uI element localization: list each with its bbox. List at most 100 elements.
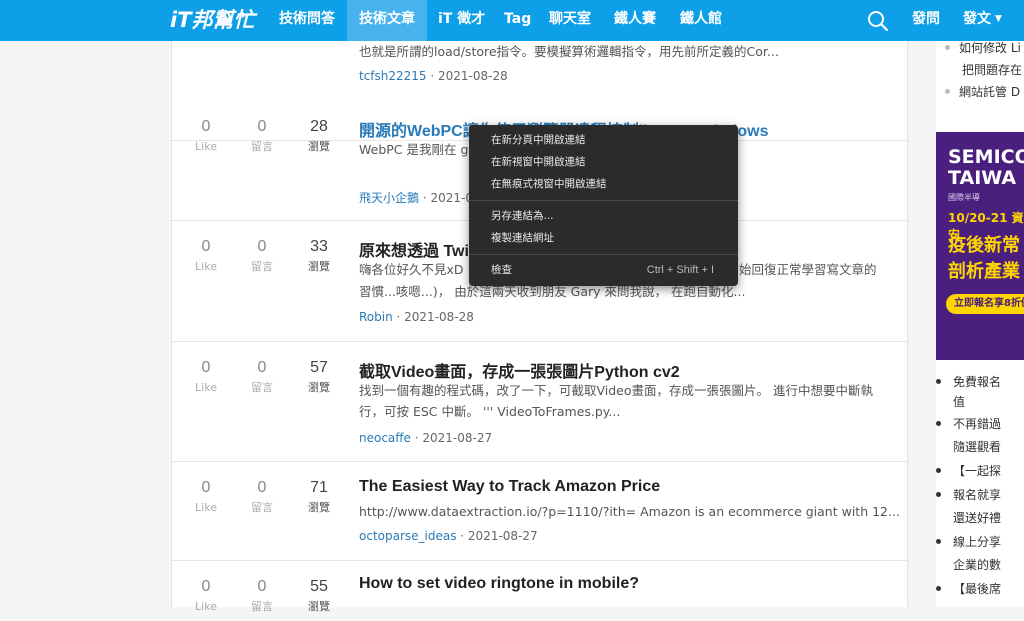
ad-headline-2: TAIWA bbox=[948, 167, 1017, 189]
comment-label: 留言 bbox=[251, 501, 273, 514]
like-count: 0 bbox=[201, 578, 211, 595]
view-stat: 57 瀏覽 bbox=[289, 358, 349, 398]
article-row: 0 Like 0 留言 57 瀏覽 截取Video畫面，存成一張張圖片Pytho… bbox=[172, 342, 909, 462]
article-meta: Robin · 2021-08-28 bbox=[359, 310, 474, 324]
article-author[interactable]: Robin bbox=[359, 310, 393, 324]
view-label: 瀏覽 bbox=[308, 260, 330, 273]
like-label: Like bbox=[195, 260, 217, 273]
sidebar-link-label: 如何修改 Li bbox=[959, 41, 1021, 55]
article-title-link[interactable]: 截取Video畫面，存成一張張圖片Python cv2 bbox=[359, 358, 680, 382]
article-author[interactable]: 飛天小企鵝 bbox=[359, 191, 419, 205]
view-count: 28 bbox=[310, 118, 328, 135]
bullet-icon bbox=[936, 586, 941, 591]
inspect-element[interactable]: 檢查 Ctrl + Shift + I bbox=[469, 259, 738, 281]
caret-down-icon: ▼ bbox=[995, 14, 1002, 24]
ad-subtitle: 國際半導 bbox=[948, 193, 980, 202]
comment-count: 0 bbox=[257, 359, 267, 376]
article-excerpt: http://www.dataextraction.io/?p=1110/?it… bbox=[359, 504, 900, 519]
open-link-new-tab[interactable]: 在新分頁中開啟連結 bbox=[469, 129, 738, 151]
article-title-link[interactable]: How to set video ringtone in mobile? bbox=[359, 575, 639, 593]
article-author[interactable]: tcfsh22215 bbox=[359, 69, 427, 83]
like-count: 0 bbox=[201, 118, 211, 135]
like-count: 0 bbox=[201, 479, 211, 496]
article-meta: neocaffe · 2021-08-27 bbox=[359, 431, 493, 445]
article-title-link[interactable]: 原來想透過 Twi bbox=[359, 237, 469, 261]
event-label: 【最後席 bbox=[953, 582, 1002, 596]
like-count: 0 bbox=[201, 359, 211, 376]
bullet-icon bbox=[936, 421, 941, 426]
save-link-as[interactable]: 另存連結為... bbox=[469, 205, 738, 227]
event-label: 不再錯過 bbox=[953, 417, 1002, 431]
article-meta: tcfsh22215 · 2021-08-28 bbox=[359, 69, 508, 83]
menu-separator bbox=[469, 200, 738, 201]
article-title-link[interactable]: The Easiest Way to Track Amazon Price bbox=[359, 478, 660, 496]
bullet-icon bbox=[945, 89, 950, 94]
comment-count: 0 bbox=[257, 118, 267, 135]
copy-link-address[interactable]: 複製連結網址 bbox=[469, 227, 738, 249]
article-date: 2021-08-28 bbox=[404, 310, 474, 324]
view-stat: 71 瀏覽 bbox=[289, 478, 349, 518]
event-item-continued[interactable]: 隨選觀看 bbox=[936, 436, 1001, 459]
comment-stat: 0 留言 bbox=[232, 577, 292, 617]
comment-stat: 0 留言 bbox=[232, 478, 292, 518]
like-count: 0 bbox=[201, 238, 211, 255]
bullet-icon bbox=[936, 379, 941, 384]
article-row: 0 Like 0 留言 71 瀏覽 The Easiest Way to Tra… bbox=[172, 462, 909, 561]
view-label: 瀏覽 bbox=[308, 600, 330, 613]
like-stat[interactable]: 0 Like bbox=[176, 237, 236, 277]
event-item-continued[interactable]: 企業的數 bbox=[936, 554, 1001, 577]
like-label: Like bbox=[195, 600, 217, 613]
article-date: 2021-0 bbox=[430, 191, 473, 205]
open-link-new-window[interactable]: 在新視窗中開啟連結 bbox=[469, 151, 738, 173]
event-item[interactable]: 線上分享 bbox=[936, 531, 1001, 554]
view-stat: 55 瀏覽 bbox=[289, 577, 349, 617]
event-item[interactable]: 【最後席 bbox=[936, 578, 1001, 601]
comment-stat: 0 留言 bbox=[232, 358, 292, 398]
sidebar-link-continued[interactable]: 把問題存在 bbox=[936, 60, 1022, 80]
sidebar-link-label: 網站託管 D bbox=[959, 85, 1021, 99]
post-label: 發文 bbox=[963, 11, 991, 27]
sidebar-link[interactable]: 如何修改 Li bbox=[936, 41, 1021, 58]
event-item[interactable]: 不再錯過 bbox=[936, 413, 1001, 436]
ad-title-2: 剖析產業 bbox=[948, 261, 1020, 282]
bullet-icon bbox=[936, 468, 941, 473]
view-label: 瀏覽 bbox=[308, 501, 330, 514]
ad-headline: SEMICO bbox=[948, 146, 1024, 168]
like-stat[interactable]: 0 Like bbox=[176, 358, 236, 398]
sidebar-link[interactable]: 網站託管 D bbox=[936, 82, 1020, 102]
article-date: 2021-08-27 bbox=[422, 431, 493, 445]
sidebar-ad-banner[interactable]: SEMICO TAIWA 國際半導 10/20-21 資安 疫後新常 剖析產業 … bbox=[936, 132, 1024, 360]
article-row: 0 Like 0 留言 55 瀏覽 How to set video ringt… bbox=[172, 561, 909, 621]
comment-stat: 0 留言 bbox=[232, 237, 292, 277]
bullet-icon bbox=[936, 539, 941, 544]
inspect-label: 檢查 bbox=[491, 264, 512, 276]
article-author[interactable]: neocaffe bbox=[359, 431, 411, 445]
bullet-icon bbox=[945, 45, 950, 50]
article-meta: octoparse_ideas · 2021-08-27 bbox=[359, 529, 538, 543]
like-label: Like bbox=[195, 381, 217, 394]
article-author[interactable]: octoparse_ideas bbox=[359, 529, 456, 543]
like-label: Like bbox=[195, 140, 217, 153]
like-stat[interactable]: 0 Like bbox=[176, 117, 236, 157]
article-excerpt: 找到一個有趣的程式碼，改了一下，可截取Video畫面，存成一張張圖片。 進行中想… bbox=[359, 383, 873, 419]
event-item-continued[interactable]: 值 bbox=[936, 391, 965, 414]
event-item[interactable]: 【一起探 bbox=[936, 460, 1001, 483]
view-count: 33 bbox=[310, 238, 328, 255]
comment-label: 留言 bbox=[251, 140, 273, 153]
post-dropdown-button[interactable]: 發文 ▼ bbox=[951, 0, 1014, 41]
ad-signup-button[interactable]: 立即報名享8折優 bbox=[946, 294, 1024, 314]
like-stat[interactable]: 0 Like bbox=[176, 478, 236, 518]
like-stat[interactable]: 0 Like bbox=[176, 577, 236, 617]
comment-label: 留言 bbox=[251, 381, 273, 394]
article-meta: 飛天小企鵝 · 2021-0 bbox=[359, 191, 473, 205]
article-excerpt: 也就是所謂的load/store指令。要模擬算術邏輯指令，用先前所定義的Cor.… bbox=[359, 44, 779, 59]
view-count: 55 bbox=[310, 578, 328, 595]
event-label: 報名就享 bbox=[953, 488, 1002, 502]
event-item[interactable]: 報名就享 bbox=[936, 484, 1001, 507]
comment-count: 0 bbox=[257, 238, 267, 255]
event-label: 【一起探 bbox=[953, 464, 1002, 478]
event-label: 線上分享 bbox=[953, 535, 1002, 549]
open-link-incognito[interactable]: 在無痕式視窗中開啟連結 bbox=[469, 173, 738, 195]
article-date: 2021-08-28 bbox=[438, 69, 508, 83]
event-item-continued[interactable]: 還送好禮 bbox=[936, 507, 1001, 530]
